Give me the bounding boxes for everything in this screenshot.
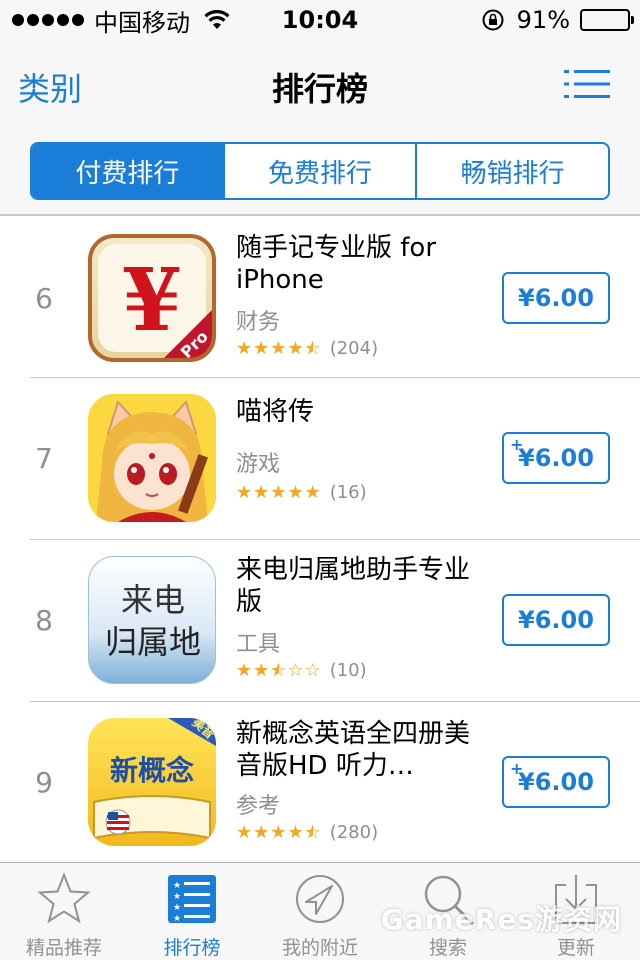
app-rating: ★★★★★ (16) bbox=[236, 482, 367, 503]
svg-text:★: ★ bbox=[173, 903, 181, 913]
page-title: 排行榜 bbox=[271, 70, 368, 108]
list-item[interactable]: 7 喵将传 游戏 ★★★★★ (16) + ¥6.00 bbox=[0, 378, 640, 540]
star-rating-icon: ★★☆★☆☆ bbox=[236, 660, 322, 681]
rank-number: 6 bbox=[35, 282, 53, 315]
battery-percent: 91% bbox=[516, 6, 570, 34]
svg-text:来电: 来电 bbox=[121, 581, 185, 619]
price-label: ¥6.00 bbox=[518, 284, 594, 312]
app-category: 参考 bbox=[236, 794, 281, 819]
svg-text:归属地: 归属地 bbox=[105, 623, 201, 661]
app-icon[interactable]: ¥ Pro bbox=[88, 234, 216, 362]
chart-type-segmented-control: 付费排行 免费排行 畅销排行 bbox=[30, 142, 610, 200]
svg-text:★: ★ bbox=[173, 881, 181, 891]
svg-text:★: ★ bbox=[173, 892, 181, 902]
navigation-bar: 类别 排行榜 bbox=[0, 40, 640, 128]
svg-text:★: ★ bbox=[173, 914, 181, 924]
status-bar: 中国移动 10:04 91% bbox=[0, 0, 640, 40]
price-label: ¥6.00 bbox=[518, 606, 594, 634]
rating-count: (204) bbox=[329, 338, 379, 359]
rating-count: (16) bbox=[329, 482, 367, 503]
tab-free-chart[interactable]: 免费排行 bbox=[222, 144, 416, 198]
list-item[interactable]: 8 来电 归属地 来电归属地助手专业版 工具 ★★☆★☆☆ (10) ¥6.00 bbox=[0, 540, 640, 702]
list-menu-icon[interactable] bbox=[564, 68, 610, 100]
cat-general-character-icon bbox=[88, 394, 216, 522]
app-list: 6 ¥ Pro 随手记专业版 for iPhone 财务 ★★★★☆★ (204… bbox=[0, 218, 640, 864]
star-rating-icon: ★★★★★ bbox=[236, 482, 322, 503]
svg-text:¥: ¥ bbox=[122, 250, 182, 351]
rank-number: 7 bbox=[35, 442, 53, 475]
tab-paid-chart[interactable]: 付费排行 bbox=[32, 144, 223, 198]
price-button[interactable]: + ¥6.00 bbox=[502, 432, 610, 484]
price-button[interactable]: ¥6.00 bbox=[502, 272, 610, 324]
app-name: 来电归属地助手专业版 bbox=[236, 555, 471, 617]
app-icon[interactable]: 美音 新概念 bbox=[88, 718, 216, 846]
price-label: ¥6.00 bbox=[518, 444, 594, 472]
plus-icon: + bbox=[510, 435, 524, 454]
app-name: 新概念英语全四册美音版HD 听力… bbox=[236, 719, 471, 781]
list-item[interactable]: 9 美音 新概念 新概念英语全四册美音版HD 听力… 参考 ★★★★☆★ (28… bbox=[0, 702, 640, 864]
svg-text:新概念: 新概念 bbox=[110, 754, 194, 787]
rotation-lock-icon bbox=[482, 9, 504, 31]
app-rating: ★★☆★☆☆ (10) bbox=[236, 660, 367, 681]
price-button[interactable]: ¥6.00 bbox=[502, 594, 610, 646]
price-label: ¥6.00 bbox=[518, 768, 594, 796]
app-category: 财务 bbox=[236, 310, 281, 335]
list-item[interactable]: 6 ¥ Pro 随手记专业版 for iPhone 财务 ★★★★☆★ (204… bbox=[0, 218, 640, 378]
tab-label: 排行榜 bbox=[163, 937, 221, 959]
star-icon bbox=[37, 872, 91, 924]
rating-count: (10) bbox=[329, 660, 367, 681]
tab-featured[interactable]: 精品推荐 bbox=[0, 863, 128, 960]
rank-number: 8 bbox=[35, 604, 53, 637]
tab-label: 我的附近 bbox=[281, 937, 358, 959]
app-icon[interactable]: 来电 归属地 bbox=[88, 556, 216, 684]
app-category: 工具 bbox=[236, 632, 281, 657]
rating-count: (280) bbox=[329, 822, 379, 843]
new-concept-english-book-icon: 美音 新概念 bbox=[93, 718, 216, 840]
caller-location-icon: 来电 归属地 bbox=[105, 581, 201, 661]
tab-label: 精品推荐 bbox=[25, 937, 102, 959]
tab-near-me[interactable]: 我的附近 bbox=[256, 863, 384, 960]
watermark: GameRes游资网 bbox=[380, 903, 622, 936]
app-rating: ★★★★☆★ (280) bbox=[236, 822, 378, 843]
tab-top-charts[interactable]: ★ ★ ★ ★ 排行榜 bbox=[128, 863, 256, 960]
app-category: 游戏 bbox=[236, 452, 281, 477]
ranking-list-icon: ★ ★ ★ ★ bbox=[168, 875, 216, 924]
app-name: 随手记专业版 for iPhone bbox=[236, 233, 437, 295]
location-arrow-icon bbox=[296, 875, 344, 923]
plus-icon: + bbox=[510, 759, 524, 778]
app-icon[interactable] bbox=[88, 394, 216, 522]
app-name: 喵将传 bbox=[236, 397, 315, 427]
battery-icon bbox=[580, 9, 634, 31]
app-rating: ★★★★☆★ (204) bbox=[236, 338, 378, 359]
status-bar-right: 91% bbox=[481, 6, 634, 34]
rank-number: 9 bbox=[35, 766, 53, 799]
tab-top-grossing-chart[interactable]: 畅销排行 bbox=[415, 144, 608, 198]
segment-area: 付费排行 免费排行 畅销排行 bbox=[0, 128, 640, 216]
star-rating-icon: ★★★★☆★ bbox=[236, 822, 322, 843]
star-rating-icon: ★★★★☆★ bbox=[236, 338, 322, 359]
price-button[interactable]: + ¥6.00 bbox=[502, 756, 610, 808]
yuan-icon: ¥ Pro bbox=[98, 244, 212, 358]
